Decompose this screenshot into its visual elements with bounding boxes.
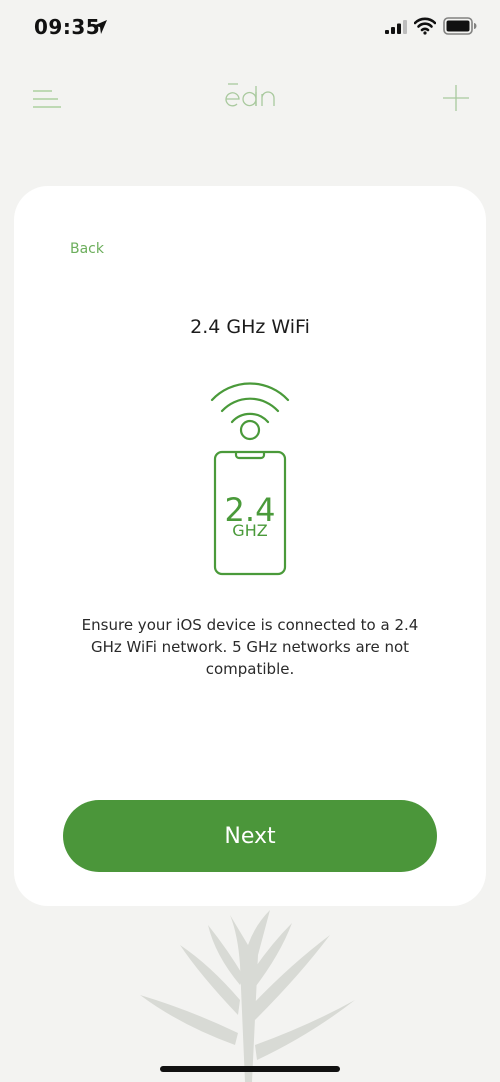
wifi-status-icon	[414, 17, 436, 35]
setup-card: Back 2.4 GHz WiFi 2.4 GHZ Ensure your iO…	[14, 186, 486, 906]
status-bar: 09:35	[0, 0, 500, 56]
back-link[interactable]: Back	[70, 241, 104, 257]
plant-decoration	[140, 910, 355, 1082]
next-button[interactable]: Next	[63, 800, 437, 872]
page-title: 2.4 GHz WiFi	[190, 316, 310, 338]
illustration-frequency-unit: GHZ	[232, 521, 268, 540]
status-time: 09:35	[34, 15, 101, 39]
battery-icon	[443, 17, 477, 35]
phone-wifi-illustration	[210, 382, 290, 576]
top-nav	[0, 70, 500, 130]
location-arrow-icon	[93, 20, 107, 34]
add-icon[interactable]	[442, 84, 470, 112]
edn-logo	[225, 83, 275, 107]
home-indicator	[160, 1066, 340, 1072]
instruction-text: Ensure your iOS device is connected to a…	[81, 616, 419, 678]
cellular-signal-icon	[385, 20, 407, 34]
menu-icon[interactable]	[32, 88, 62, 110]
